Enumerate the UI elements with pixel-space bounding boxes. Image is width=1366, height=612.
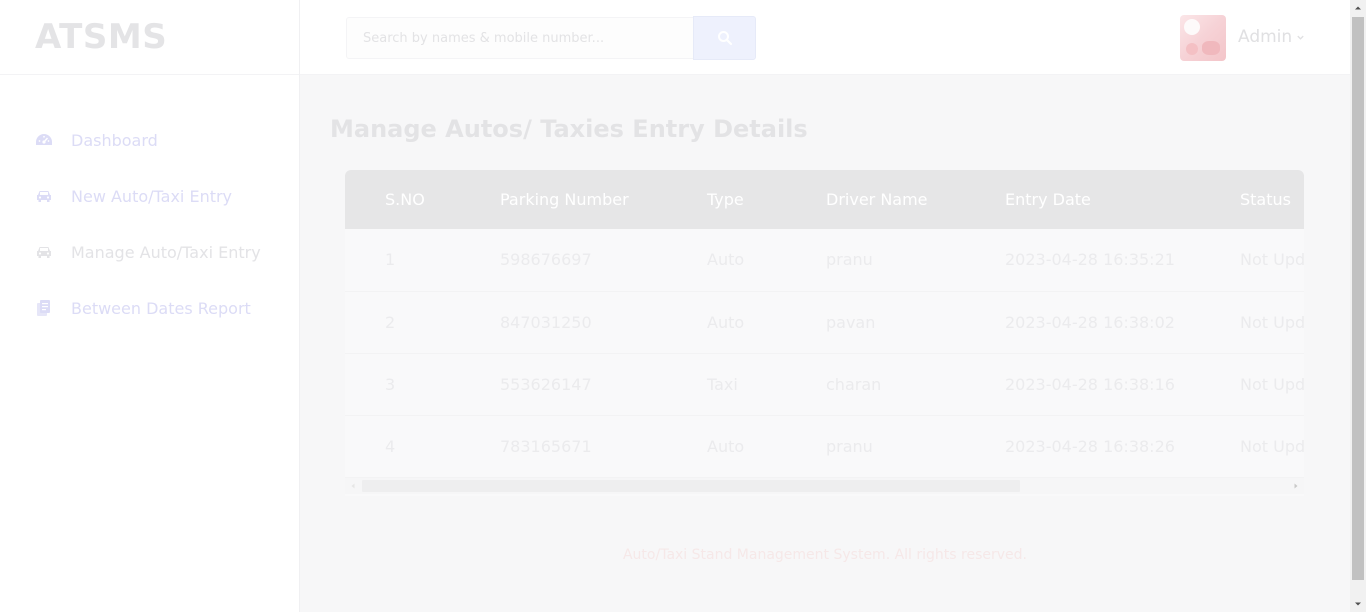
user-menu[interactable]: Admin [1238, 27, 1305, 47]
column-header-status: Status [1240, 190, 1291, 209]
car-icon [35, 243, 53, 261]
cell-parking-number: 553626147 [500, 374, 592, 394]
search-input[interactable] [346, 17, 694, 59]
documents-icon [35, 299, 53, 317]
sidebar-item-label: Dashboard [71, 130, 158, 150]
cell-status: Not Upd [1240, 250, 1304, 270]
dashboard-gauge-icon [35, 131, 53, 149]
sidebar-item-label: Between Dates Report [71, 298, 251, 318]
cell-type: Auto [707, 436, 745, 456]
sidebar: ATSMS Dashboard New Auto/Taxi Entry Mana… [0, 0, 300, 612]
cell-status: Not Upd [1240, 436, 1304, 456]
scroll-down-arrow-icon[interactable] [1353, 599, 1363, 609]
page-vertical-scrollbar[interactable] [1350, 0, 1366, 612]
cell-sno: 2 [385, 312, 396, 332]
scroll-right-arrow-icon[interactable] [1291, 481, 1301, 491]
table-row: 3 553626147 Taxi charan 2023-04-28 16:38… [345, 353, 1304, 415]
cell-type: Taxi [707, 374, 738, 394]
cell-driver-name: charan [826, 374, 882, 394]
cell-driver-name: pavan [826, 312, 876, 332]
table-horizontal-scrollbar[interactable] [345, 478, 1304, 494]
column-header-parking-number: Parking Number [500, 190, 629, 209]
footer-copyright: Auto/Taxi Stand Management System. All r… [622, 547, 1027, 563]
chevron-down-icon [1297, 35, 1304, 40]
column-header-sno: S.NO [385, 190, 425, 209]
brand-logo-text[interactable]: ATSMS [35, 17, 167, 57]
scroll-up-arrow-icon[interactable] [1353, 3, 1363, 13]
top-header: Admin [300, 0, 1350, 75]
cell-driver-name: pranu [826, 436, 873, 456]
page-title: Manage Autos/ Taxies Entry Details [330, 115, 808, 143]
search-button[interactable] [693, 16, 756, 60]
sidebar-item-new-entry[interactable]: New Auto/Taxi Entry [0, 168, 299, 224]
table-row: 4 783165671 Auto pranu 2023-04-28 16:38:… [345, 415, 1304, 477]
cell-type: Auto [707, 312, 745, 332]
cell-type: Auto [707, 250, 745, 270]
sidebar-item-label: New Auto/Taxi Entry [71, 186, 233, 206]
cell-sno: 4 [385, 436, 396, 456]
column-header-type: Type [707, 190, 744, 209]
sidebar-item-between-dates-report[interactable]: Between Dates Report [0, 280, 299, 336]
cell-entry-date: 2023-04-28 16:38:16 [1005, 374, 1175, 394]
scrollbar-thumb[interactable] [362, 480, 1020, 492]
brand: ATSMS [0, 0, 299, 75]
entries-table: S.NO Parking Number Type Driver Name Ent… [345, 170, 1304, 478]
table-row: 2 847031250 Auto pavan 2023-04-28 16:38:… [345, 291, 1304, 353]
sidebar-nav: Dashboard New Auto/Taxi Entry Manage Aut… [0, 75, 299, 336]
search-icon [717, 31, 732, 46]
entries-table-container: S.NO Parking Number Type Driver Name Ent… [345, 170, 1304, 496]
table-header-row: S.NO Parking Number Type Driver Name Ent… [345, 170, 1304, 229]
scroll-left-arrow-icon[interactable] [348, 481, 358, 491]
column-header-driver-name: Driver Name [826, 190, 928, 209]
car-icon [35, 187, 53, 205]
user-name: Admin [1238, 27, 1293, 47]
cell-parking-number: 598676697 [500, 250, 592, 270]
cell-parking-number: 783165671 [500, 436, 592, 456]
table-row: 1 598676697 Auto pranu 2023-04-28 16:35:… [345, 229, 1304, 291]
cell-entry-date: 2023-04-28 16:38:02 [1005, 312, 1175, 332]
cell-sno: 3 [385, 374, 396, 394]
cell-sno: 1 [385, 250, 396, 270]
sidebar-item-dashboard[interactable]: Dashboard [0, 112, 299, 168]
cell-driver-name: pranu [826, 250, 873, 270]
cell-status: Not Upd [1240, 374, 1304, 394]
scrollbar-thumb[interactable] [1352, 17, 1364, 580]
cell-entry-date: 2023-04-28 16:35:21 [1005, 250, 1175, 270]
cell-status: Not Upd [1240, 312, 1304, 332]
sidebar-item-label: Manage Auto/Taxi Entry [71, 242, 261, 262]
avatar[interactable] [1180, 15, 1226, 61]
sidebar-item-manage-entry[interactable]: Manage Auto/Taxi Entry [0, 224, 299, 280]
column-header-entry-date: Entry Date [1005, 190, 1091, 209]
cell-parking-number: 847031250 [500, 312, 592, 332]
cell-entry-date: 2023-04-28 16:38:26 [1005, 436, 1175, 456]
